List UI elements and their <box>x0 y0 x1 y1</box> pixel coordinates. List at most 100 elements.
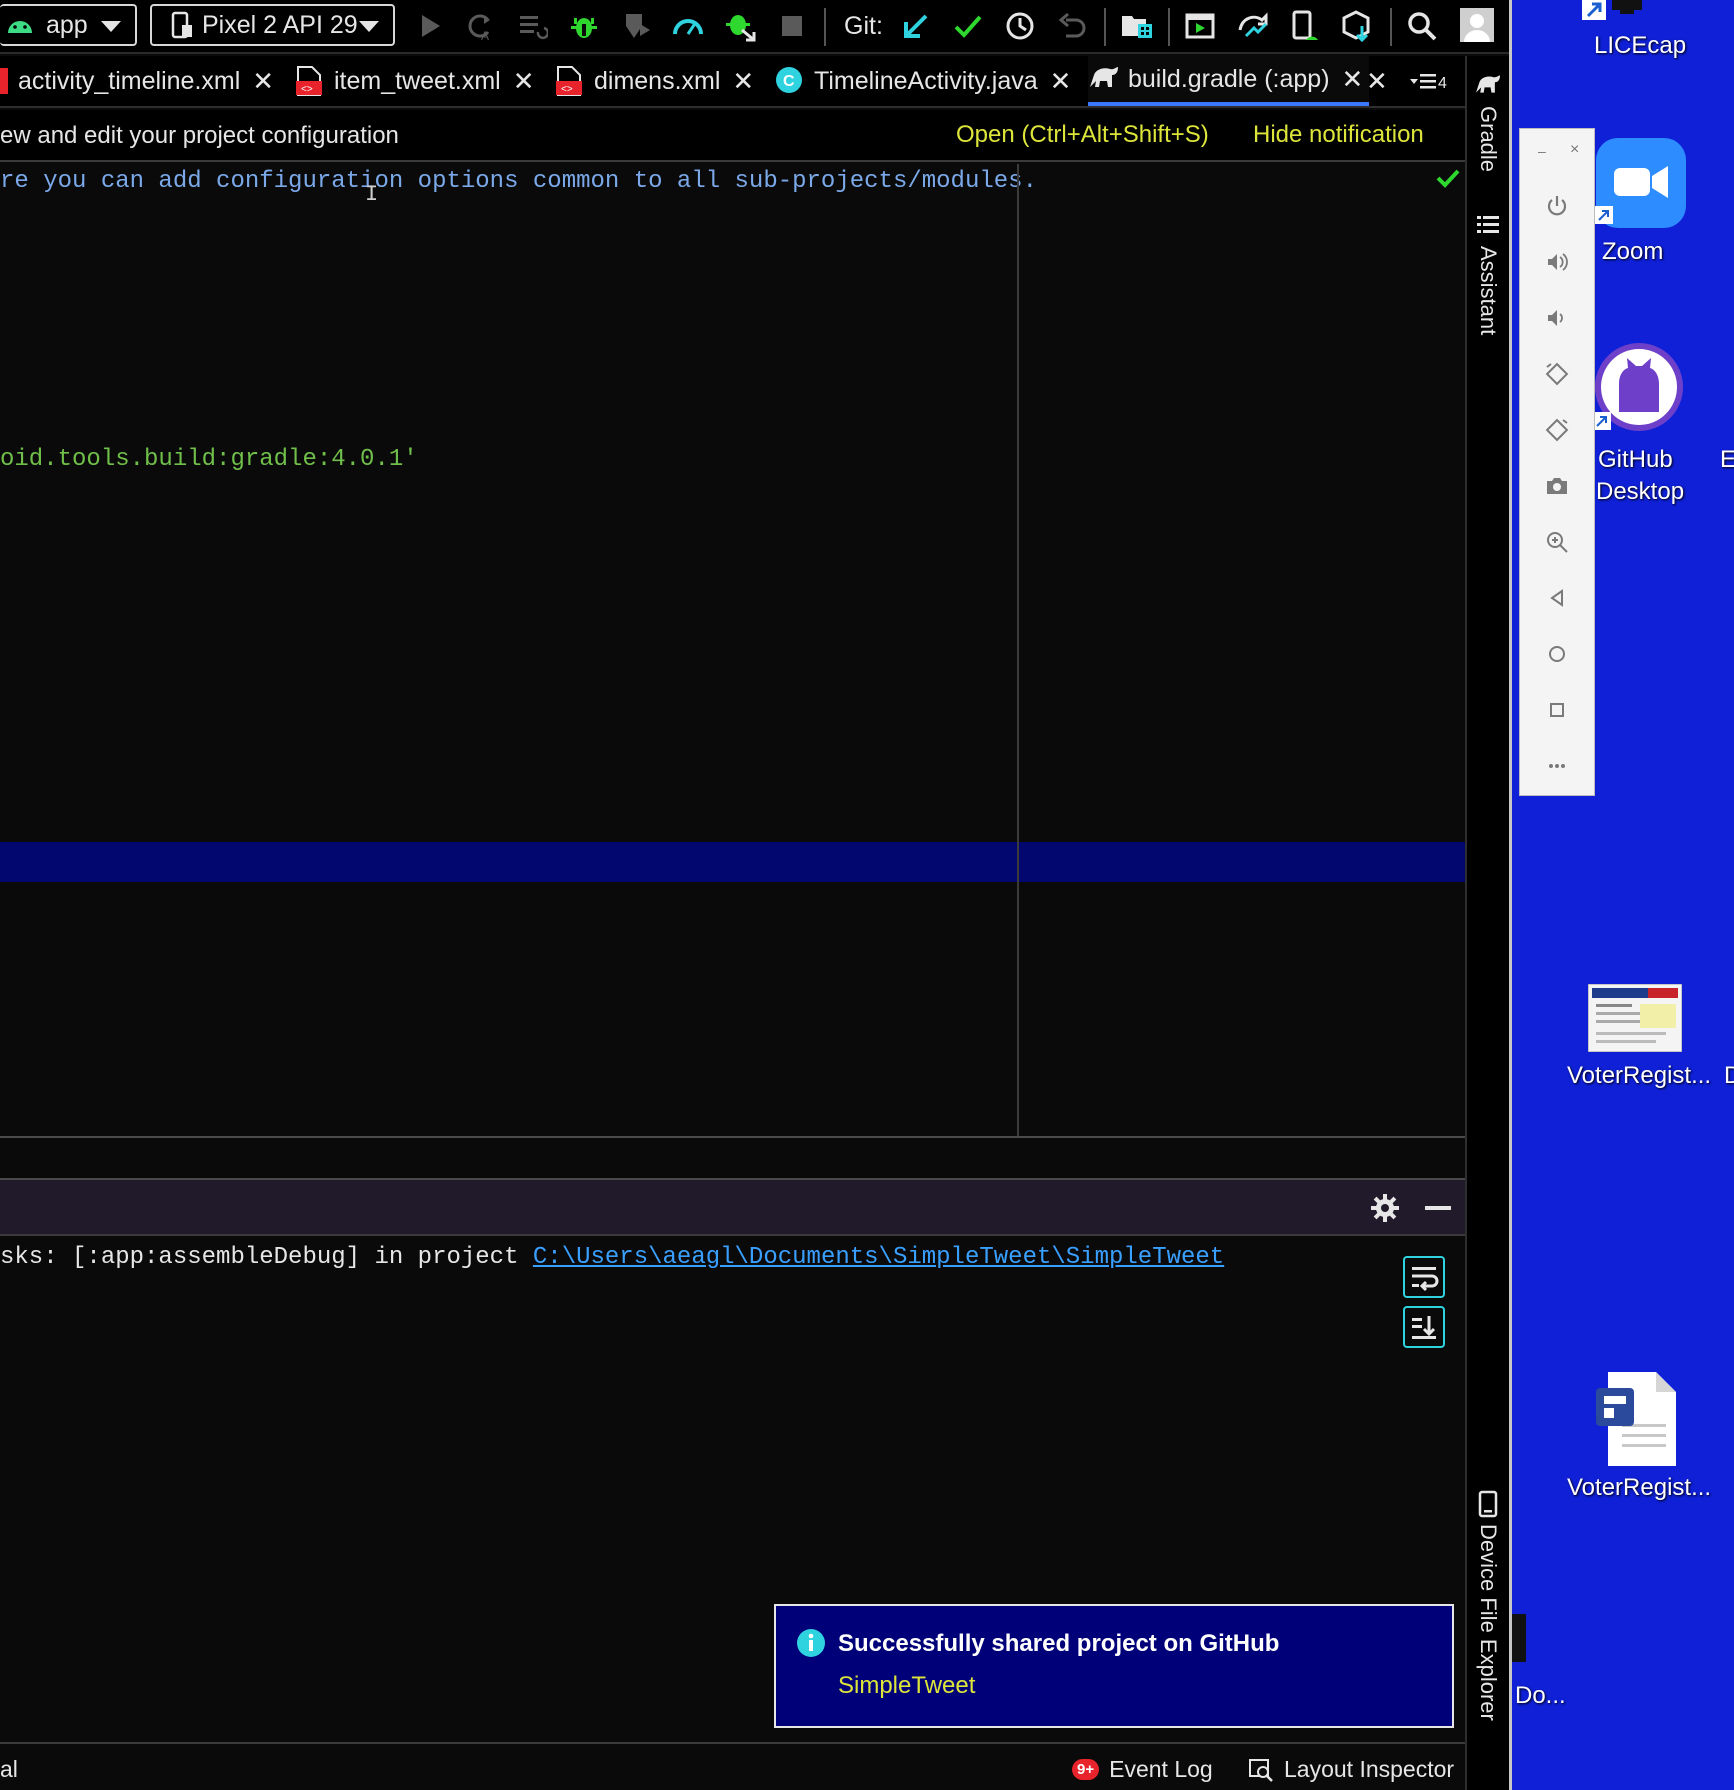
run-icon[interactable] <box>414 10 446 42</box>
tab-label: build.gradle (:app) <box>1128 64 1330 93</box>
sdk-manager-icon[interactable] <box>1340 10 1372 42</box>
text-cursor-icon: I <box>365 182 379 207</box>
back-icon[interactable] <box>1544 585 1570 611</box>
close-icon[interactable]: ✕ <box>513 66 535 97</box>
coverage-icon[interactable] <box>620 10 652 42</box>
tab-label: item_tweet.xml <box>334 66 501 95</box>
device-manager-icon[interactable] <box>1288 10 1320 42</box>
current-line-highlight <box>0 842 1465 882</box>
xml-file-icon: <> <box>554 65 584 97</box>
git-history-icon[interactable] <box>1004 10 1036 42</box>
close-icon[interactable]: ✕ <box>1366 66 1388 97</box>
svg-text:<>: <> <box>301 84 313 95</box>
svg-text:<>: <> <box>561 84 573 95</box>
sync-gradle-icon[interactable] <box>1236 10 1268 42</box>
scroll-to-end-icon[interactable] <box>1403 1306 1445 1348</box>
open-project-structure-link[interactable]: Open (Ctrl+Alt+Shift+S) <box>956 121 1209 149</box>
attach-debugger-icon[interactable] <box>724 10 756 42</box>
no-problems-check-icon[interactable] <box>1436 168 1460 188</box>
github-share-notification[interactable]: Successfully shared project on GitHub Si… <box>774 1604 1454 1728</box>
zoom-icon[interactable] <box>1544 529 1570 555</box>
git-update-icon[interactable] <box>900 10 932 42</box>
soft-wrap-icon[interactable] <box>1403 1256 1445 1298</box>
apply-code-changes-icon[interactable] <box>516 10 548 42</box>
profile-icon[interactable] <box>672 10 704 42</box>
licecap-label[interactable]: LICEcap <box>1594 32 1686 60</box>
minimize-icon[interactable]: – <box>1538 143 1546 159</box>
voter-registration-document-label[interactable]: VoterRegist... <box>1567 1474 1711 1502</box>
tab-activity-timeline[interactable]: activity_timeline.xml ✕ <box>0 56 274 106</box>
project-path-link[interactable]: C:\Users\aeagl\Documents\SimpleTweet\Sim… <box>533 1244 1224 1271</box>
document-thumbnail-icon[interactable] <box>1588 984 1682 1052</box>
status-bar: al 9+ Event Log Layout Inspector <box>0 1742 1465 1790</box>
shortcut-arrow-icon <box>1595 206 1613 224</box>
volume-down-icon[interactable] <box>1544 305 1570 331</box>
search-icon[interactable] <box>1406 10 1438 42</box>
event-log-button[interactable]: 9+ Event Log <box>1072 1756 1213 1783</box>
tab-build-gradle-app[interactable]: build.gradle (:app) ✕ <box>1088 56 1370 106</box>
partial-desktop-label[interactable]: D <box>1724 1062 1734 1090</box>
right-tool-window-strip: Gradle Assistant Device File Explorer <box>1465 56 1509 1790</box>
volume-up-icon[interactable] <box>1544 249 1570 275</box>
assistant-tool-tab[interactable]: Assistant <box>1475 246 1501 335</box>
gradle-elephant-icon <box>1474 72 1502 96</box>
toolbar-separator <box>1104 8 1106 46</box>
overview-icon[interactable] <box>1544 697 1570 723</box>
svg-text:A: A <box>481 29 489 42</box>
tab-timeline-activity[interactable]: C TimelineActivity.java ✕ <box>774 56 1071 106</box>
tab-item-tweet[interactable]: <> item_tweet.xml ✕ <box>294 56 535 106</box>
rotate-right-icon[interactable] <box>1544 417 1570 443</box>
editor-notification-bar: ew and edit your project configuration O… <box>0 110 1465 162</box>
zoom-label[interactable]: Zoom <box>1602 238 1663 266</box>
stop-icon[interactable] <box>776 10 808 42</box>
gear-icon[interactable] <box>1369 1192 1401 1224</box>
github-desktop-label-line1[interactable]: GitHub <box>1598 446 1673 474</box>
close-icon[interactable]: × <box>1570 141 1579 159</box>
close-icon[interactable]: ✕ <box>732 66 754 97</box>
close-icon[interactable]: ✕ <box>252 66 274 97</box>
code-editor[interactable]: re you can add configuration options com… <box>0 164 1465 1136</box>
toolbar-separator <box>1168 8 1170 46</box>
close-icon[interactable]: ✕ <box>1050 66 1072 97</box>
word-document-icon[interactable] <box>1592 1368 1682 1468</box>
avatar[interactable] <box>1460 8 1494 42</box>
partial-desktop-icon[interactable] <box>1512 1614 1526 1662</box>
camera-icon[interactable] <box>1544 473 1570 499</box>
home-icon[interactable] <box>1544 641 1570 667</box>
rotate-left-icon[interactable] <box>1544 361 1570 387</box>
toolbar-separator <box>824 8 826 46</box>
git-rollback-icon[interactable] <box>1056 10 1088 42</box>
device-label: Pixel 2 API 29 <box>202 10 358 39</box>
partial-desktop-label[interactable]: Do... <box>1515 1682 1566 1710</box>
avd-manager-icon[interactable] <box>1184 10 1216 42</box>
project-link[interactable]: SimpleTweet <box>838 1672 975 1700</box>
info-icon <box>796 1628 826 1658</box>
git-commit-icon[interactable] <box>952 10 984 42</box>
tab-overflow-menu[interactable]: 4 <box>1410 56 1447 106</box>
licecap-icon[interactable] <box>1582 0 1662 24</box>
device-dropdown[interactable]: Pixel 2 API 29 <box>150 4 395 46</box>
gradle-tool-tab[interactable]: Gradle <box>1475 106 1501 172</box>
more-icon[interactable] <box>1544 753 1570 779</box>
project-structure-icon[interactable] <box>1120 10 1152 42</box>
debug-icon[interactable] <box>568 10 600 42</box>
close-icon[interactable]: ✕ <box>1342 64 1364 95</box>
tab-dimens[interactable]: <> dimens.xml ✕ <box>554 56 754 106</box>
layout-inspector-button[interactable]: Layout Inspector <box>1248 1756 1454 1783</box>
voter-registration-label[interactable]: VoterRegist... <box>1567 1062 1711 1090</box>
device-file-explorer-tool-tab[interactable]: Device File Explorer <box>1475 1524 1501 1721</box>
close-extra-tab[interactable]: ✕ <box>1366 56 1388 106</box>
github-desktop-label-line2[interactable]: Desktop <box>1596 478 1684 506</box>
power-icon[interactable] <box>1544 193 1570 219</box>
editor-tab-bar: activity_timeline.xml ✕ <> item_tweet.xm… <box>0 56 1465 108</box>
event-log-label: Event Log <box>1109 1756 1213 1782</box>
partial-desktop-label[interactable]: Ea <box>1720 446 1734 474</box>
run-config-dropdown[interactable]: app <box>0 4 137 46</box>
emulator-control-bar: – × <box>1519 128 1595 796</box>
hide-notification-link[interactable]: Hide notification <box>1253 121 1424 149</box>
git-label: Git: <box>844 12 883 40</box>
editor-breadcrumb-strip <box>0 1136 1465 1180</box>
console-text: sks: [:app:assembleDebug] in project <box>0 1244 533 1271</box>
apply-changes-icon[interactable]: A <box>464 10 496 42</box>
minimize-icon[interactable] <box>1425 1206 1451 1210</box>
